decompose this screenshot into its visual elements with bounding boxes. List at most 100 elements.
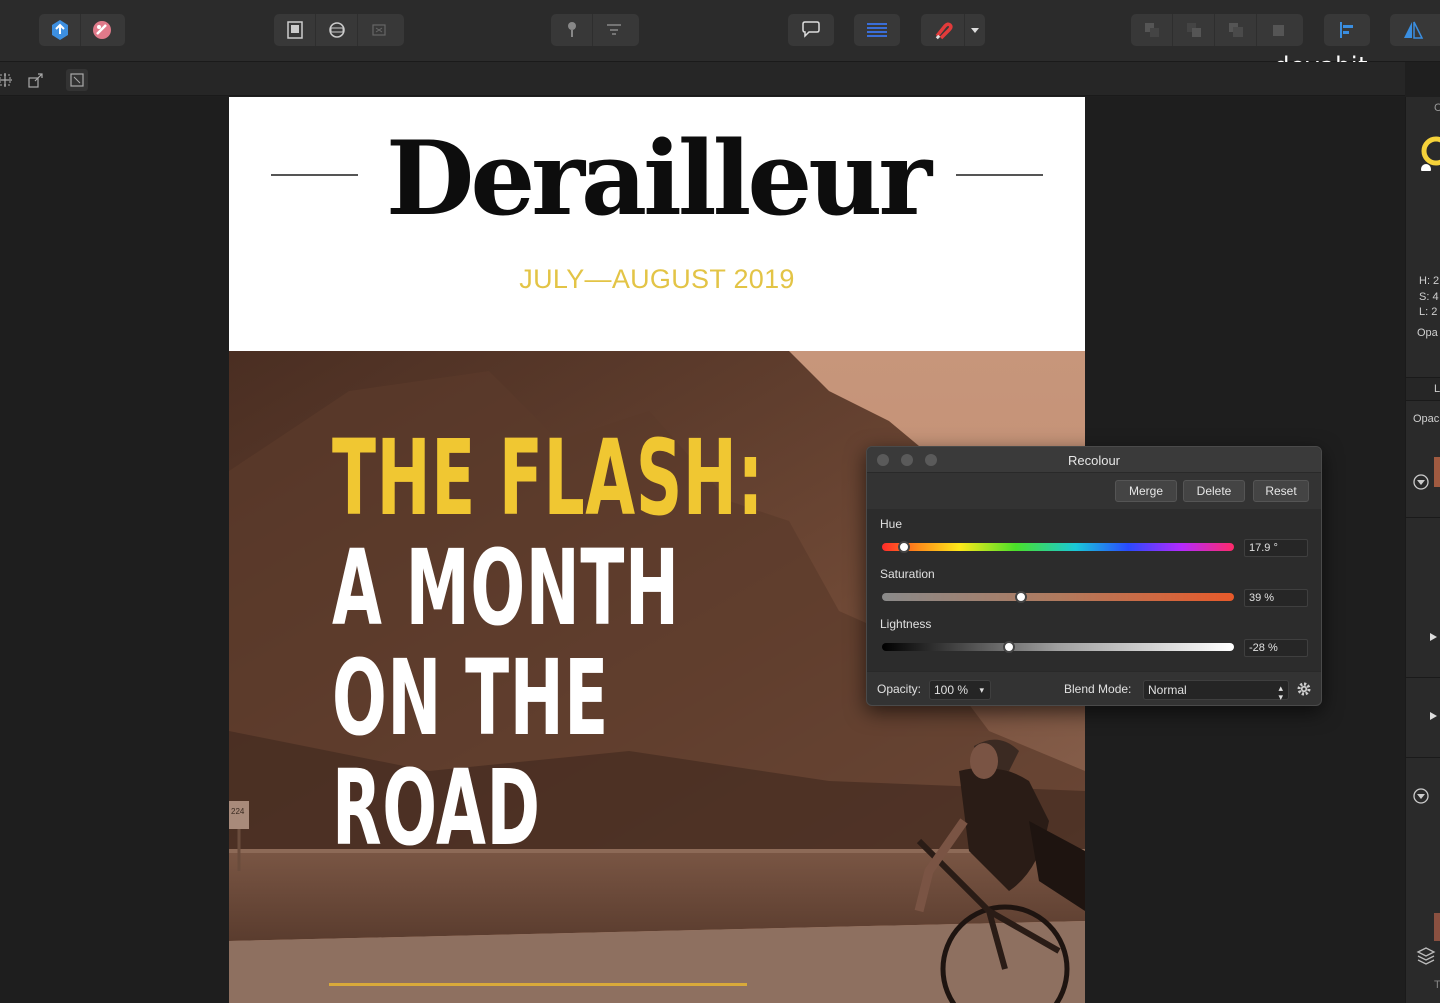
flip-horizontal-icon xyxy=(1404,21,1424,39)
text-wrap-button[interactable] xyxy=(593,14,635,46)
magazine-title: Derailleur xyxy=(385,119,932,239)
scale-button[interactable] xyxy=(25,69,47,91)
persona-group xyxy=(39,14,125,46)
hsl-s-value: S: 4 xyxy=(1419,291,1439,303)
move-back-one-icon xyxy=(1186,23,1201,37)
reset-button[interactable]: Reset xyxy=(1253,480,1309,502)
headline-line-3: ON THE xyxy=(332,637,609,759)
pin-button[interactable] xyxy=(551,14,593,46)
cover-headline: THE FLASH: A MONTH ON THE ROAD xyxy=(332,423,764,863)
panel-tab-transform[interactable]: T xyxy=(1434,979,1440,991)
photo-persona-icon xyxy=(93,21,111,39)
hue-slider-thumb[interactable] xyxy=(897,541,910,553)
adjustment-controls: Hue 17.9 ° Saturation 39 % Lightness -28… xyxy=(867,509,1321,671)
move-back-icon xyxy=(1144,23,1159,37)
speech-bubble-icon xyxy=(802,21,820,38)
text-frame-button[interactable] xyxy=(854,14,900,46)
headline-line-2: A MONTH xyxy=(332,527,680,649)
headline-line-4: ROAD xyxy=(332,747,541,869)
layers-stack-icon xyxy=(1416,947,1436,965)
app-window: devabit Derailleur JULY—AUGUST 2019 xyxy=(0,0,1440,1003)
arrange-group xyxy=(1131,14,1303,46)
layers-tab[interactable]: L xyxy=(1434,383,1440,395)
move-to-front-button[interactable] xyxy=(1257,14,1299,46)
move-forward-one-button[interactable] xyxy=(1215,14,1257,46)
saturation-slider[interactable] xyxy=(882,591,1234,603)
blend-mode-select[interactable]: Normal ▴ ▾ xyxy=(1143,680,1289,702)
opacity-value: 100 % xyxy=(934,683,969,697)
saturation-value-field[interactable]: 39 % xyxy=(1244,589,1308,607)
assistant-button[interactable] xyxy=(788,14,834,46)
layer-thumbnail[interactable] xyxy=(1434,457,1440,487)
hsl-l-value: L: 2 xyxy=(1419,306,1438,318)
preflight-button[interactable] xyxy=(274,14,316,46)
transform-group xyxy=(1390,14,1440,46)
opacity-label: Opacity: xyxy=(877,682,922,696)
context-toolbar xyxy=(0,62,1405,96)
page-icon xyxy=(286,21,303,39)
assistant-group xyxy=(788,14,834,46)
snapping-button[interactable] xyxy=(921,14,965,46)
hue-value-field[interactable]: 17.9 ° xyxy=(1244,539,1308,557)
panel-tab-color[interactable]: C xyxy=(1434,102,1440,114)
gear-icon[interactable] xyxy=(1296,681,1312,697)
rows-group xyxy=(854,14,900,46)
hue-slider[interactable] xyxy=(882,541,1234,553)
pin-group xyxy=(551,14,639,46)
saturation-slider-thumb[interactable] xyxy=(1015,591,1028,603)
recolour-dialog: Recolour Merge Delete Reset Hue 17.9 ° S… xyxy=(866,446,1322,706)
layers-panel-header: L xyxy=(1406,377,1440,401)
layer-opacity-label: Opac xyxy=(1413,413,1440,425)
snapping-group xyxy=(921,14,985,46)
magnet-icon xyxy=(935,22,953,40)
rotate-button[interactable] xyxy=(66,69,88,91)
main-toolbar: devabit xyxy=(0,0,1440,80)
layer-thumbnail[interactable] xyxy=(1434,913,1440,941)
publisher-persona-button[interactable] xyxy=(39,14,81,46)
lightness-slider[interactable] xyxy=(882,641,1234,653)
align-button[interactable] xyxy=(1324,14,1370,46)
issue-date: JULY—AUGUST 2019 xyxy=(519,264,795,294)
expand-layer-icon xyxy=(1413,474,1429,490)
blend-mode-label: Blend Mode: xyxy=(1064,682,1132,696)
snapping-dropdown[interactable] xyxy=(965,14,985,46)
frame-icon xyxy=(372,24,386,36)
disclosure-triangle-icon xyxy=(1430,712,1437,720)
color-opacity-label: Opa xyxy=(1417,327,1438,339)
dialog-titlebar[interactable]: Recolour xyxy=(867,447,1321,473)
bleed-button[interactable] xyxy=(316,14,358,46)
flip-button[interactable] xyxy=(1390,14,1436,46)
delete-button[interactable]: Delete xyxy=(1183,480,1245,502)
chevron-down-icon xyxy=(971,28,979,33)
lightness-slider-thumb[interactable] xyxy=(1002,641,1015,653)
hsl-h-value: H: 2 xyxy=(1419,275,1440,287)
pin-icon xyxy=(567,22,576,37)
right-studio-panel: C H: 2 S: 4 L: 2 Opa L Opac T xyxy=(1405,97,1440,1003)
dialog-footer: Opacity: 100 % ▾ Blend Mode: Normal ▴ ▾ xyxy=(867,671,1321,705)
opacity-field[interactable]: 100 % ▾ xyxy=(929,680,991,700)
publisher-persona-icon xyxy=(51,20,68,40)
transform-origin-button[interactable] xyxy=(0,69,16,91)
move-forward-one-icon xyxy=(1228,23,1243,37)
lightness-label: Lightness xyxy=(880,617,932,631)
headline-line-1: THE FLASH: xyxy=(332,417,764,539)
move-front-icon xyxy=(1273,25,1284,36)
merge-button[interactable]: Merge xyxy=(1115,480,1177,502)
headline-underline xyxy=(329,983,747,986)
chevron-down-icon: ▾ xyxy=(979,685,984,695)
lines-icon xyxy=(867,23,887,37)
resize-icon xyxy=(28,73,43,88)
color-wheel-icon xyxy=(1421,136,1440,171)
dialog-title: Recolour xyxy=(1067,453,1121,468)
stepper-arrows-icon: ▴ ▾ xyxy=(1278,683,1283,702)
blend-mode-value: Normal xyxy=(1148,683,1187,697)
circle-frame-icon xyxy=(328,22,345,38)
saturation-label: Saturation xyxy=(880,567,935,581)
move-back-one-button[interactable] xyxy=(1173,14,1215,46)
lightness-value-field[interactable]: -28 % xyxy=(1244,639,1308,657)
masthead: Derailleur JULY—AUGUST 2019 xyxy=(229,97,1085,351)
guides-button[interactable] xyxy=(358,14,400,46)
move-to-back-button[interactable] xyxy=(1131,14,1173,46)
align-group xyxy=(1324,14,1370,46)
designer-persona-button[interactable] xyxy=(81,14,123,46)
